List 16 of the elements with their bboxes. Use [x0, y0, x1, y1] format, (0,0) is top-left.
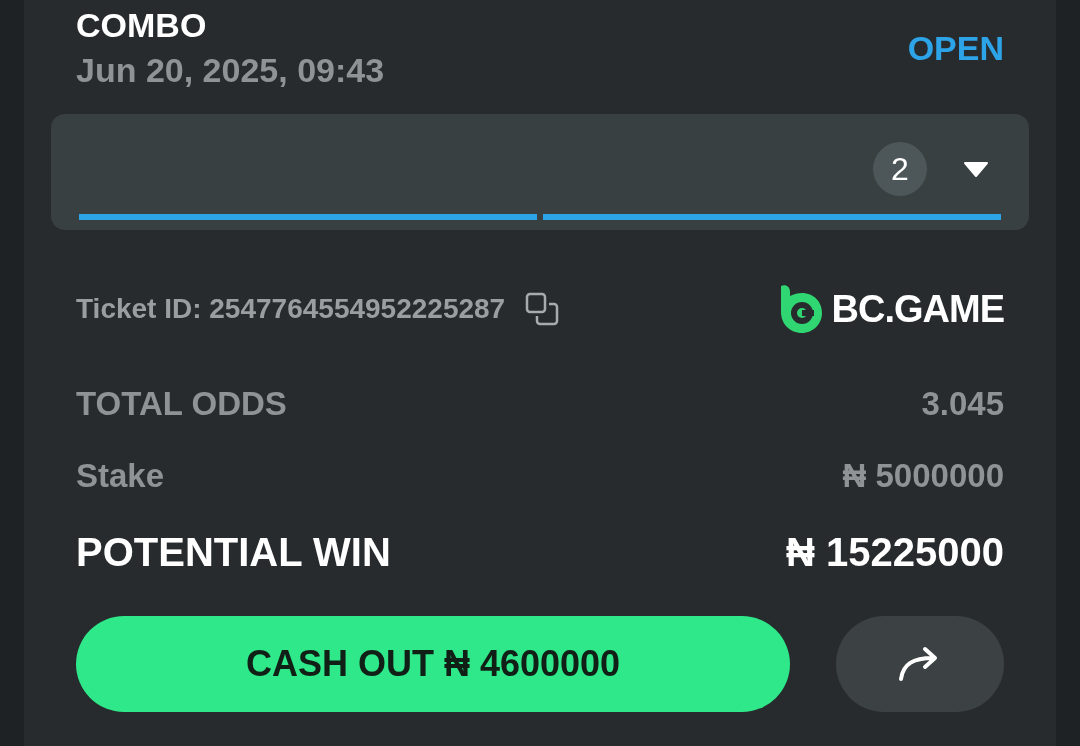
bet-status: OPEN [907, 28, 1004, 68]
cash-out-button[interactable]: CASH OUT ₦ 4600000 [76, 616, 790, 712]
caret-icon[interactable] [963, 160, 989, 178]
summary-value: ₦ 5000000 [842, 457, 1004, 495]
bet-type: COMBO [76, 6, 208, 45]
summary-label: TOTAL ODDS [76, 385, 287, 423]
copy-icon[interactable] [525, 292, 560, 326]
summary-value: 3.045 [921, 385, 1004, 423]
bet-date: Jun 20, 2025, 09:43 [76, 51, 385, 90]
ticket-id: Ticket ID: 2547764554952225287 [76, 293, 506, 325]
summary-label: Stake [76, 457, 165, 495]
legs-count: 2 [873, 142, 927, 196]
brand-name: BC.GAME [831, 287, 1004, 331]
summary-label: POTENTIAL WIN [76, 529, 391, 575]
summary-value: ₦ 15225000 [786, 529, 1004, 575]
legs-panel[interactable]: 2 [51, 114, 1029, 230]
